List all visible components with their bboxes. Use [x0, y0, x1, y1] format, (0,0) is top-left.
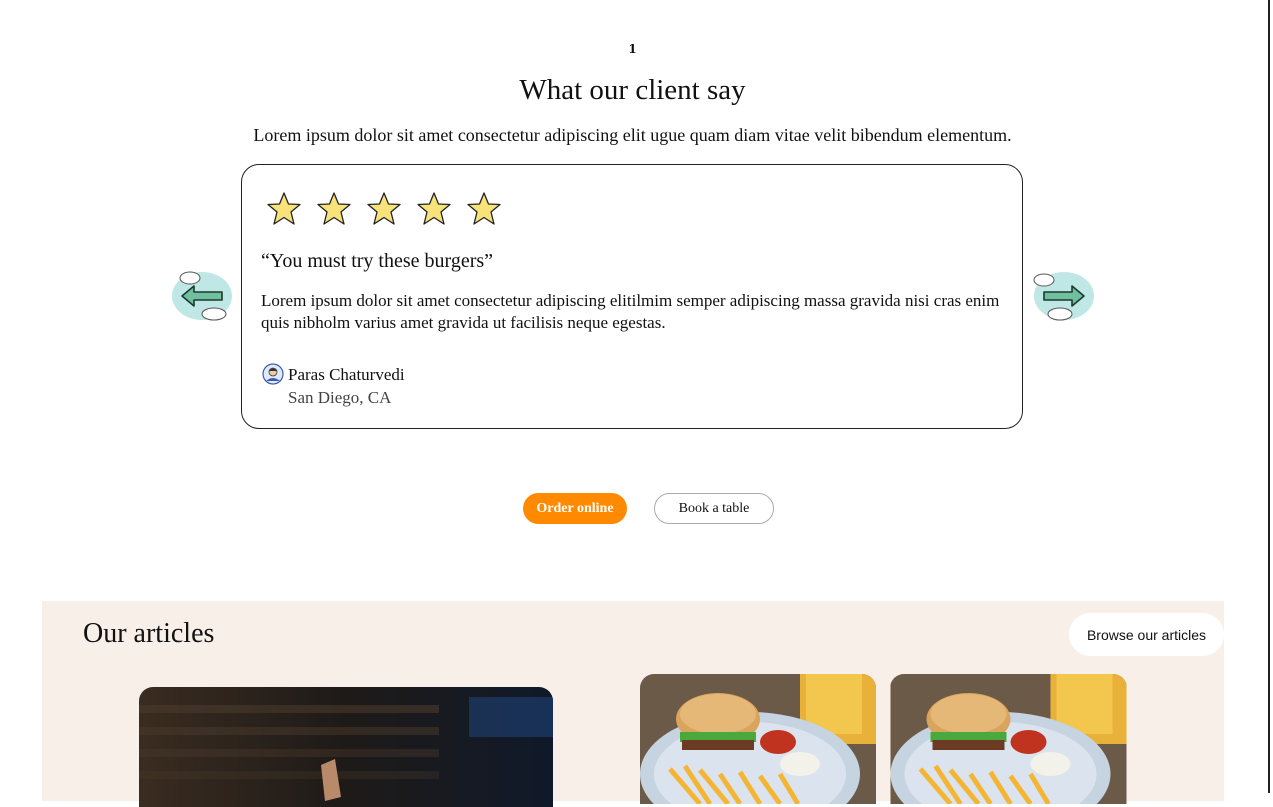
- page-edge-rule: [1268, 0, 1270, 793]
- articles-section: Our articles Browse our articles: [42, 601, 1224, 807]
- star-icon: [367, 192, 401, 225]
- left-arrow-cloud-icon: [172, 271, 232, 321]
- avatar-icon: [262, 363, 284, 385]
- article-image-dark[interactable]: [139, 687, 553, 807]
- browse-articles-button[interactable]: Browse our articles: [1069, 613, 1224, 656]
- prev-testimonial-button[interactable]: [168, 266, 236, 326]
- rating-stars: [266, 191, 502, 227]
- next-testimonial-button[interactable]: [1030, 266, 1098, 326]
- star-icon: [267, 192, 301, 225]
- right-arrow-cloud-icon: [1033, 272, 1094, 321]
- article-image-burger[interactable]: [640, 674, 876, 804]
- slide-index: 1: [628, 42, 637, 56]
- article-image-burger-2[interactable]: [890, 674, 1127, 804]
- author-name: Paras Chaturvedi: [288, 365, 405, 384]
- author-location: San Diego, CA: [288, 388, 392, 407]
- testimonial-headline: “You must try these burgers”: [261, 250, 494, 272]
- star-icon: [317, 192, 351, 225]
- book-table-button[interactable]: Book a table: [654, 493, 774, 524]
- testimonial-author: Paras Chaturvedi San Diego, CA: [262, 363, 405, 409]
- section-subtitle: Lorem ipsum dolor sit amet consectetur a…: [253, 125, 1012, 145]
- section-title: What our client say: [519, 74, 746, 106]
- order-online-button[interactable]: Order online: [523, 493, 627, 524]
- testimonial-card: “You must try these burgers” Lorem ipsum…: [241, 164, 1023, 429]
- star-icon: [417, 192, 451, 225]
- star-icon: [467, 192, 501, 225]
- articles-title: Our articles: [83, 618, 215, 649]
- testimonial-text: Lorem ipsum dolor sit amet consectetur a…: [261, 291, 1000, 332]
